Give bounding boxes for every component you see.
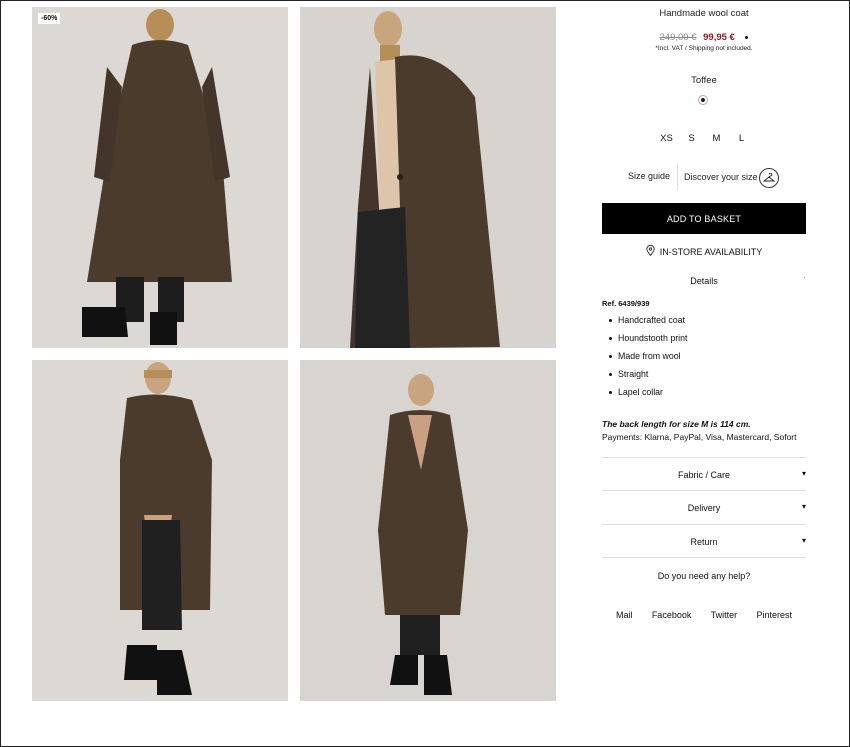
size-s[interactable]: S [679,133,704,144]
in-store-availability-link[interactable]: IN-STORE AVAILABILITY [602,244,806,258]
model-front-buttoned-illustration [300,360,556,701]
discount-badge: -60% [38,13,61,24]
list-item: Made from wool [608,351,687,369]
feature-list: Handcrafted coat Houndstooth print Made … [602,315,687,405]
product-photo-front-buttoned[interactable] [300,360,556,701]
color-name: Toffee [691,75,717,86]
accordion-label: Delivery [687,502,721,513]
price-row: 249,00 € 99,95 € [602,32,806,43]
model-side-illustration [300,7,556,348]
social-links: Mail Facebook Twitter Pinterest [602,610,806,620]
list-item: Houndstooth print [608,333,687,351]
divider [677,165,678,191]
model-front-illustration [32,360,288,701]
product-photo-front[interactable] [32,360,288,701]
payment-methods: Payments: Klarna, PayPal, Visa, Masterca… [602,432,797,442]
reference-number: Ref. 6439/939 [602,299,650,308]
vat-note: *Incl. VAT / Shipping not included. [655,45,753,52]
accordion-label: Return [690,536,718,547]
size-selector: XS S M L [654,133,814,144]
details-heading: Details [690,276,718,286]
product-photo-back[interactable]: -60% [32,7,288,348]
in-store-label: IN-STORE AVAILABILITY [659,246,763,257]
size-guide-link[interactable]: Size guide [628,171,670,181]
share-facebook-link[interactable]: Facebook [652,610,692,620]
accordion-label: Fabric / Care [677,469,730,480]
accordion-delivery[interactable]: Delivery ▾ [602,490,806,524]
size-xs[interactable]: XS [654,133,679,144]
model-back-illustration [32,7,288,348]
size-m[interactable]: M [704,133,729,144]
back-length-note: The back length for size M is 114 cm. [602,419,751,429]
list-item: Straight [608,369,687,387]
accordion-fabric-care[interactable]: Fabric / Care ▾ [602,457,806,491]
share-pinterest-link[interactable]: Pinterest [756,610,792,620]
size-l[interactable]: L [729,133,754,144]
hanger-icon[interactable] [759,168,779,188]
location-pin-icon [646,244,655,258]
share-twitter-link[interactable]: Twitter [711,610,738,620]
help-text: Do you need any help? [657,571,751,581]
product-title: Handmade wool coat [659,8,749,19]
divider [602,557,806,558]
chevron-down-icon: ▾ [801,469,806,478]
list-item: Lapel collar [608,387,687,405]
add-to-basket-button[interactable]: ADD TO BASKET [602,203,806,234]
chevron-down-icon: ▾ [801,502,806,511]
chevron-up-icon: ˙ [803,276,806,285]
old-price: 249,00 € [659,32,697,43]
price-dot [745,35,749,39]
sale-price: 99,95 € [703,32,735,43]
color-swatch[interactable] [698,95,708,105]
chevron-down-icon: ▾ [801,536,806,545]
accordion-return[interactable]: Return ▾ [602,524,806,558]
product-photo-side[interactable] [300,7,556,348]
details-toggle[interactable]: Details ˙ [602,276,806,286]
share-mail-link[interactable]: Mail [616,610,633,620]
list-item: Handcrafted coat [608,315,687,333]
discover-size-link[interactable]: Discover your size [684,172,758,182]
